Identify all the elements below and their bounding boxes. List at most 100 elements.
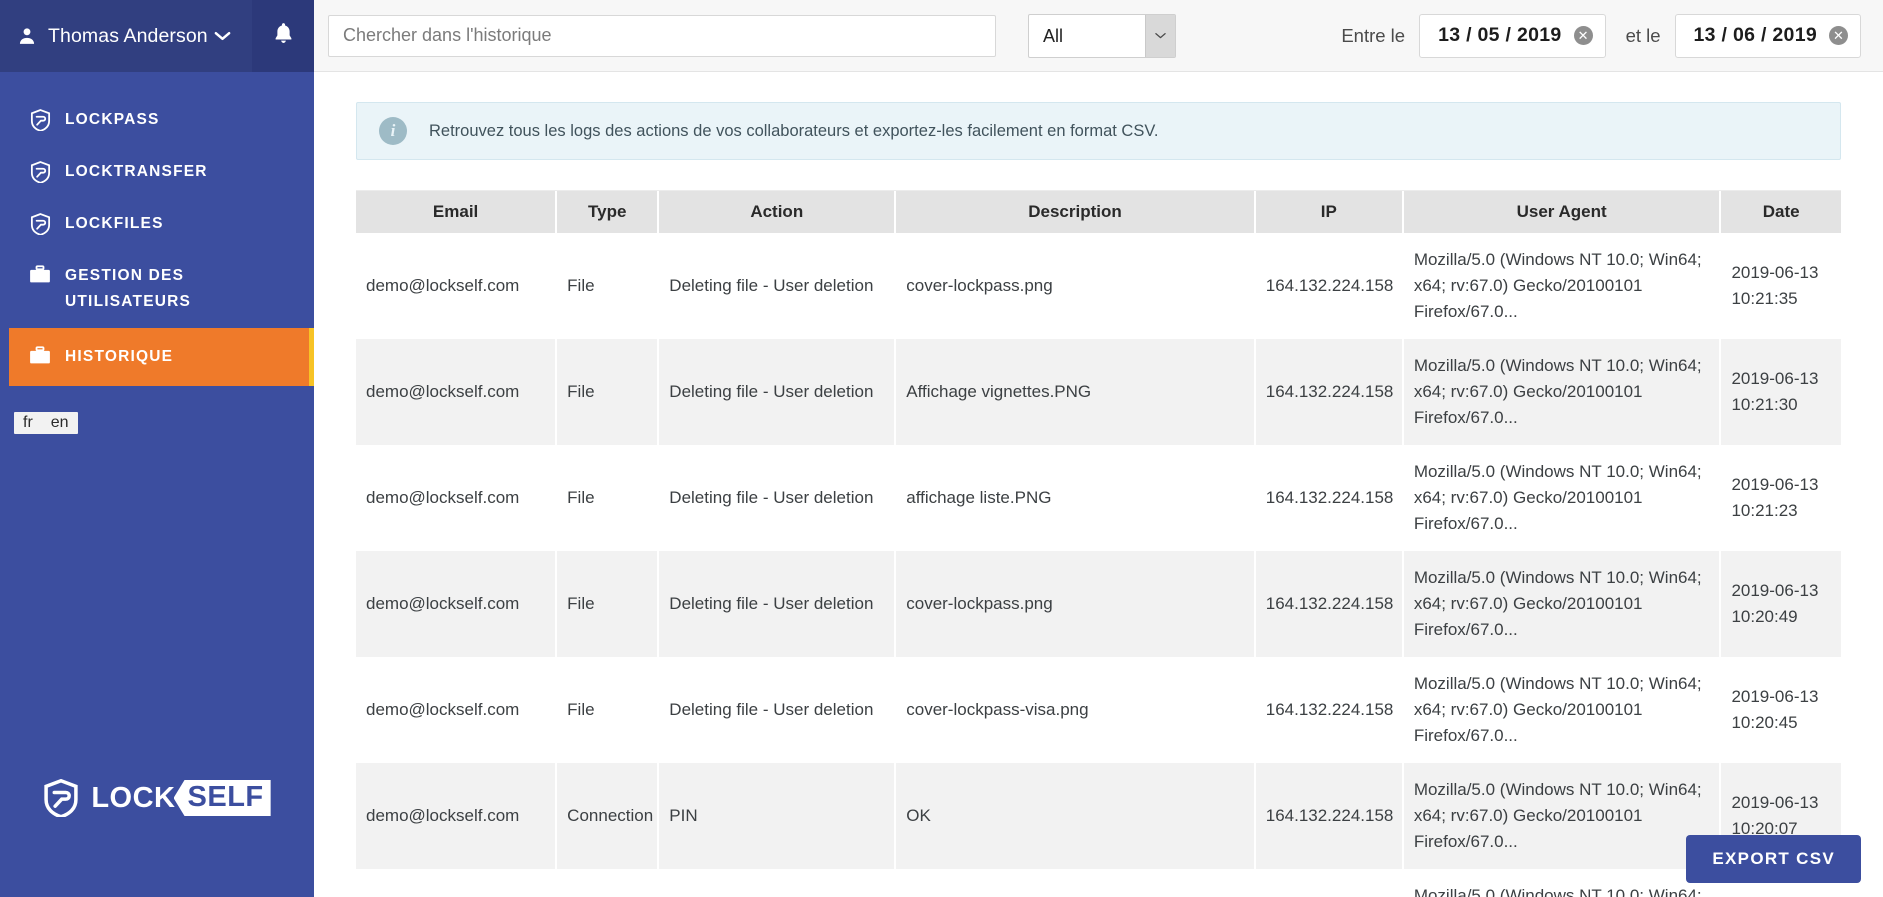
sidebar-nav: LOCKPASS LOCKTRANSFER — [0, 72, 314, 386]
cell-user-agent: Mozilla/5.0 (Windows NT 10.0; Win64; x64… — [1403, 233, 1721, 339]
cell-type: File — [556, 339, 658, 445]
sidebar-item-historique[interactable]: HISTORIQUE — [9, 328, 314, 386]
lang-fr[interactable]: fr — [14, 412, 42, 434]
cell-ip: 164.132.224.158 — [1255, 763, 1403, 869]
cell-user-agent: Mozilla/5.0 (Windows NT 10.0; Win64; x64… — [1403, 657, 1721, 763]
cell-description: OK — [895, 869, 1255, 897]
cell-user-agent: Mozilla/5.0 (Windows NT 10.0; Win64; x64… — [1403, 551, 1721, 657]
cell-action: Deleting file - User deletion — [658, 657, 895, 763]
cell-date: 2019-06-13 10:20:45 — [1720, 657, 1841, 763]
user-name: Thomas Anderson — [48, 25, 208, 48]
lockself-logo: LOCK SELF — [0, 779, 314, 817]
info-banner: i Retrouvez tous les logs des actions de… — [356, 102, 1841, 160]
toolbar: All Entre le 13 / 05 / 2019 ✕ et le 13 /… — [314, 0, 1883, 72]
table-row[interactable]: demo@lockself.comConnectionAuthentificat… — [356, 869, 1841, 897]
lockself-shield-icon — [43, 779, 79, 817]
column-header-ip[interactable]: IP — [1255, 191, 1403, 233]
notifications-button[interactable] — [252, 0, 314, 72]
cell-date: 2019-06-13 10:21:30 — [1720, 339, 1841, 445]
sidebar-item-label: LOCKPASS — [65, 107, 294, 133]
sidebar-item-label: HISTORIQUE — [65, 344, 289, 370]
table-row[interactable]: demo@lockself.comFileDeleting file - Use… — [356, 233, 1841, 339]
cell-description: Affichage vignettes.PNG — [895, 339, 1255, 445]
cell-user-agent: Mozilla/5.0 (Windows NT 10.0; Win64; x64… — [1403, 339, 1721, 445]
briefcase-icon — [28, 263, 52, 284]
sidebar-item-label: GESTION DES UTILISATEURS — [65, 263, 294, 315]
sidebar-item-gestion-des-utilisateurs[interactable]: GESTION DES UTILISATEURS — [0, 250, 314, 328]
cell-user-agent: Mozilla/5.0 (Windows NT 10.0; Win64; x64… — [1403, 869, 1721, 897]
logs-table: Email Type Action Description IP User Ag… — [356, 191, 1841, 897]
cell-type: File — [556, 551, 658, 657]
table-row[interactable]: demo@lockself.comConnectionPINOK164.132.… — [356, 763, 1841, 869]
cell-ip: 164.132.224.158 — [1255, 657, 1403, 763]
cell-date: 2019-06-13 10:20:49 — [1720, 551, 1841, 657]
cell-user-agent: Mozilla/5.0 (Windows NT 10.0; Win64; x64… — [1403, 763, 1721, 869]
type-filter[interactable]: All — [1028, 14, 1176, 58]
column-header-action[interactable]: Action — [658, 191, 895, 233]
date-to-field[interactable]: 13 / 06 / 2019 ✕ — [1675, 14, 1861, 58]
cell-user-agent: Mozilla/5.0 (Windows NT 10.0; Win64; x64… — [1403, 445, 1721, 551]
column-header-date[interactable]: Date — [1720, 191, 1841, 233]
type-filter-select[interactable]: All — [1028, 14, 1176, 58]
search-input[interactable] — [328, 15, 996, 57]
cell-description: cover-lockpass-visa.png — [895, 657, 1255, 763]
cell-type: Connection — [556, 869, 658, 897]
table-row[interactable]: demo@lockself.comFileDeleting file - Use… — [356, 339, 1841, 445]
cell-description: cover-lockpass.png — [895, 551, 1255, 657]
cell-email: demo@lockself.com — [356, 233, 556, 339]
logo-text-lock: LOCK — [91, 782, 175, 815]
cell-description: cover-lockpass.png — [895, 233, 1255, 339]
date-from-label: Entre le — [1341, 25, 1405, 47]
cell-ip: 164.132.224.158 — [1255, 233, 1403, 339]
table-row[interactable]: demo@lockself.comFileDeleting file - Use… — [356, 551, 1841, 657]
info-icon: i — [379, 117, 407, 145]
cell-action: Authentification — [658, 869, 895, 897]
app-root: Thomas Anderson — [0, 0, 1883, 897]
cell-description: affichage liste.PNG — [895, 445, 1255, 551]
cell-action: Deleting file - User deletion — [658, 551, 895, 657]
cell-ip: 164.132.224.158 — [1255, 869, 1403, 897]
column-header-type[interactable]: Type — [556, 191, 658, 233]
clear-circle-icon[interactable]: ✕ — [1829, 26, 1848, 45]
sidebar-item-locktransfer[interactable]: LOCKTRANSFER — [0, 146, 314, 198]
cell-ip: 164.132.224.158 — [1255, 339, 1403, 445]
date-from-field[interactable]: 13 / 05 / 2019 ✕ — [1419, 14, 1605, 58]
sidebar-item-lockfiles[interactable]: LOCKFILES — [0, 198, 314, 250]
shield-icon — [28, 107, 52, 131]
cell-email: demo@lockself.com — [356, 657, 556, 763]
logs-table-wrapper: Email Type Action Description IP User Ag… — [356, 190, 1841, 897]
shield-icon — [28, 211, 52, 235]
sidebar-item-label: LOCKTRANSFER — [65, 159, 294, 185]
cell-type: File — [556, 657, 658, 763]
chevron-down-icon[interactable] — [213, 30, 232, 42]
column-header-user-agent[interactable]: User Agent — [1403, 191, 1721, 233]
table-row[interactable]: demo@lockself.comFileDeleting file - Use… — [356, 657, 1841, 763]
date-to-value: 13 / 06 / 2019 — [1694, 24, 1817, 47]
sidebar-item-lockpass[interactable]: LOCKPASS — [0, 94, 314, 146]
cell-email: demo@lockself.com — [356, 445, 556, 551]
column-header-email[interactable]: Email — [356, 191, 556, 233]
language-switcher: fr en — [14, 412, 78, 434]
cell-action: PIN — [658, 763, 895, 869]
cell-type: Connection — [556, 763, 658, 869]
cell-ip: 164.132.224.158 — [1255, 551, 1403, 657]
briefcase-icon — [28, 344, 52, 365]
lang-en[interactable]: en — [42, 412, 78, 434]
table-header: Email Type Action Description IP User Ag… — [356, 191, 1841, 233]
cell-action: Deleting file - User deletion — [658, 339, 895, 445]
cell-date: 2019-06-13 10:21:23 — [1720, 445, 1841, 551]
cell-description: OK — [895, 763, 1255, 869]
table-row[interactable]: demo@lockself.comFileDeleting file - Use… — [356, 445, 1841, 551]
export-csv-button[interactable]: EXPORT CSV — [1686, 835, 1861, 883]
cell-email: demo@lockself.com — [356, 763, 556, 869]
table-header-row: Email Type Action Description IP User Ag… — [356, 191, 1841, 233]
info-banner-text: Retrouvez tous les logs des actions de v… — [429, 122, 1158, 141]
cell-email: demo@lockself.com — [356, 551, 556, 657]
user-menu[interactable]: Thomas Anderson — [0, 0, 252, 72]
sidebar-header: Thomas Anderson — [0, 0, 314, 72]
date-range-filters: Entre le 13 / 05 / 2019 ✕ et le 13 / 06 … — [1341, 14, 1861, 58]
cell-date: 2019-06-13 10:21:35 — [1720, 233, 1841, 339]
main-area: All Entre le 13 / 05 / 2019 ✕ et le 13 /… — [314, 0, 1883, 897]
clear-circle-icon[interactable]: ✕ — [1574, 26, 1593, 45]
column-header-description[interactable]: Description — [895, 191, 1255, 233]
